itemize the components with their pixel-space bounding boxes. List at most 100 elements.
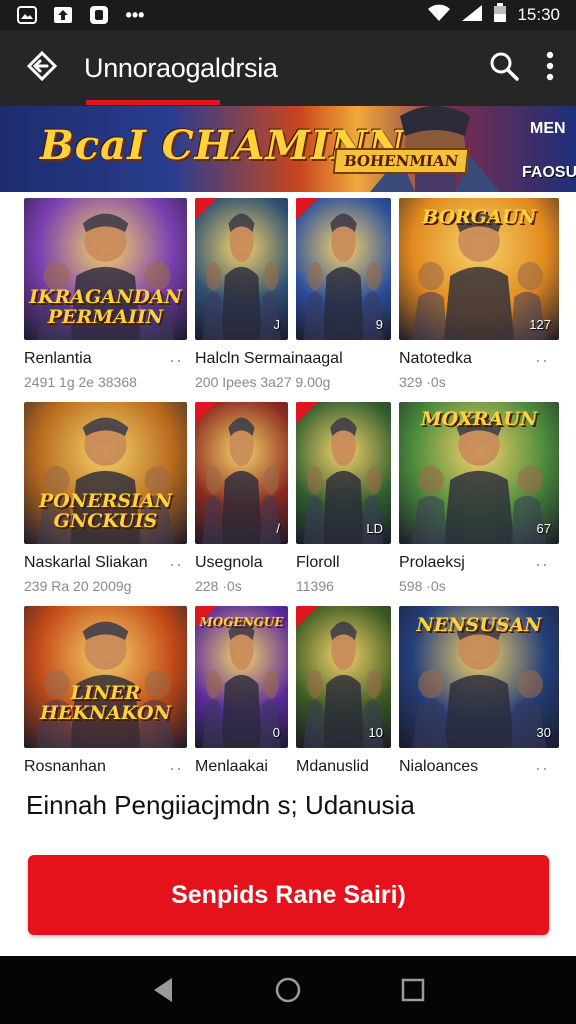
game-thumbnail: J (195, 198, 288, 340)
status-time: 15:30 (517, 5, 560, 24)
banner-badge: BOHENMIAN (332, 148, 470, 174)
nav-back-icon (153, 978, 172, 1002)
game-thumbnail: NENSUSAN 30 (399, 606, 559, 748)
game-card[interactable]: 9 (296, 198, 391, 340)
game-thumbnail: / (195, 402, 288, 544)
promo-banner[interactable]: BcaI CHAMINN BOHENMIAN MEN FAOSU (0, 106, 576, 192)
game-title: Usegnola (195, 554, 263, 571)
game-card[interactable]: MOGENGUE 0 Menlaakai (195, 606, 288, 775)
game-card[interactable]: MOXRAUN 67 Prolaeksj 598 ·0s ·· (399, 402, 559, 594)
game-title: Naskarlal Sliakan (24, 554, 148, 571)
game-card[interactable]: J Halcln Sermainaagal 200 Ipees 3a27 9.00g (195, 198, 343, 390)
battery-icon (493, 2, 507, 28)
game-meta: 11396 (296, 578, 334, 594)
thumbnail-count: J (273, 317, 281, 332)
app-bar: Unnoraogaldrsia (0, 30, 576, 106)
system-nav-bar (0, 956, 576, 1024)
game-card[interactable]: BORGAUN 127 Natotedka 329 ·0s ·· (399, 198, 559, 390)
game-title: Natotedka (399, 350, 472, 367)
back-button[interactable] (0, 30, 84, 106)
more-options-icon[interactable]: ·· (535, 350, 549, 371)
thumbnail-count: 10 (368, 725, 383, 740)
game-title: Nialoances (399, 758, 479, 775)
more-options-icon[interactable]: ·· (535, 554, 549, 575)
game-thumbnail: PONERSIAN GNCKUIS (24, 402, 187, 544)
game-card[interactable]: IKRAGANDAN PERMAIIN Renlantia 2491 1g 2e 3… (24, 198, 187, 390)
game-card[interactable]: PONERSIAN GNCKUIS Naskarlal Sliakan 239 Ra… (24, 402, 187, 594)
game-thumbnail: LINER HEKNAKON (24, 606, 187, 748)
game-meta: 2491 1g 2e 38368 (24, 374, 137, 390)
thumbnail-title-art: NENSUSAN (416, 614, 542, 636)
nav-home-icon (275, 977, 301, 1003)
wifi-icon (427, 4, 451, 27)
thumbnail-title-art: LINER HEKNAKON (40, 682, 171, 724)
game-thumbnail: 9 (296, 198, 391, 340)
game-character-art (37, 621, 174, 748)
more-options-icon[interactable]: ·· (535, 758, 549, 779)
thumbnail-title-art: IKRAGANDAN PERMAIIN (29, 286, 182, 328)
thumbnail-count: 67 (536, 521, 551, 536)
game-title: Menlaakai (195, 758, 268, 775)
upload-icon (52, 5, 74, 25)
thumbnail-corner-badge (195, 402, 217, 424)
nav-recents-icon (402, 978, 425, 1002)
game-row: LINER HEKNAKON Rosnanhan ·· MOGENGUE 0 Menlaa… (24, 606, 560, 810)
thumbnail-count: 30 (536, 725, 551, 740)
thumbnail-title-art: MOXRAUN (420, 408, 538, 430)
nav-home-button[interactable] (268, 970, 308, 1010)
thumbnail-title-art: PONERSIAN GNCKUIS (38, 490, 173, 532)
thumbnail-count: / (276, 521, 280, 536)
game-thumbnail: BORGAUN 127 (399, 198, 559, 340)
game-card[interactable]: LINER HEKNAKON Rosnanhan ·· (24, 606, 187, 778)
thumbnail-corner-badge (195, 198, 217, 220)
game-title: Halcln Sermainaagal (195, 350, 343, 367)
thumbnail-title-art: BORGAUN (422, 206, 536, 228)
thumbnail-corner-badge (296, 402, 318, 424)
search-icon (490, 52, 519, 81)
game-meta: 239 Ra 20 2009g (24, 578, 132, 594)
nav-back-button[interactable] (143, 970, 183, 1010)
status-bar: ••• 15:30 (0, 0, 576, 30)
game-title: Floroll (296, 554, 340, 571)
page-title: Unnoraogaldrsia (84, 52, 278, 83)
game-thumbnail: MOXRAUN 67 (399, 402, 559, 544)
game-meta: 329 ·0s (399, 374, 446, 390)
more-notifications-icon: ••• (125, 4, 145, 25)
game-title: Prolaeksj (399, 554, 465, 571)
game-card[interactable]: LD Floroll 11396 (296, 402, 391, 594)
primary-action-button[interactable]: Senpids Rane Sairi) (28, 855, 549, 935)
app-icon (88, 5, 110, 25)
game-thumbnail: 10 (296, 606, 391, 748)
game-grid: IKRAGANDAN PERMAIIN Renlantia 2491 1g 2e 3… (24, 198, 560, 810)
game-title: Mdanuslid (296, 758, 369, 775)
game-thumbnail: IKRAGANDAN PERMAIIN (24, 198, 187, 340)
thumbnail-corner-badge (296, 198, 318, 220)
tab-indicator (86, 100, 220, 105)
game-title: Rosnanhan (24, 758, 106, 775)
back-diamond-icon (26, 50, 58, 86)
signal-icon (461, 4, 483, 27)
overflow-menu-icon (546, 51, 554, 80)
thumbnail-count: LD (366, 521, 383, 536)
thumbnail-count: 127 (529, 317, 551, 332)
game-card[interactable]: 10 Mdanuslid (296, 606, 391, 775)
game-card[interactable]: / Usegnola 228 ·0s (195, 402, 288, 594)
search-button[interactable] (488, 50, 520, 87)
overflow-menu-button[interactable] (546, 51, 554, 86)
nav-recents-button[interactable] (393, 970, 433, 1010)
game-thumbnail: MOGENGUE 0 (195, 606, 288, 748)
game-title: Renlantia (24, 350, 92, 367)
more-options-icon[interactable]: ·· (169, 758, 183, 779)
game-meta: 598 ·0s (399, 578, 446, 594)
thumbnail-title-art: MOGENGUE (199, 615, 284, 629)
thumbnail-count: 9 (375, 317, 383, 332)
banner-right-top-text: MEN (530, 120, 566, 137)
game-card[interactable]: NENSUSAN 30 Nialoances ·· (399, 606, 559, 778)
game-meta: 200 Ipees 3a27 9.00g (195, 374, 331, 390)
more-options-icon[interactable]: ·· (169, 350, 183, 371)
game-row: PONERSIAN GNCKUIS Naskarlal Sliakan 239 Ra… (24, 402, 560, 606)
thumbnail-count: 0 (272, 725, 280, 740)
more-options-icon[interactable]: ·· (169, 554, 183, 575)
gallery-icon (16, 5, 38, 25)
banner-right-bottom-text: FAOSU (522, 164, 576, 181)
